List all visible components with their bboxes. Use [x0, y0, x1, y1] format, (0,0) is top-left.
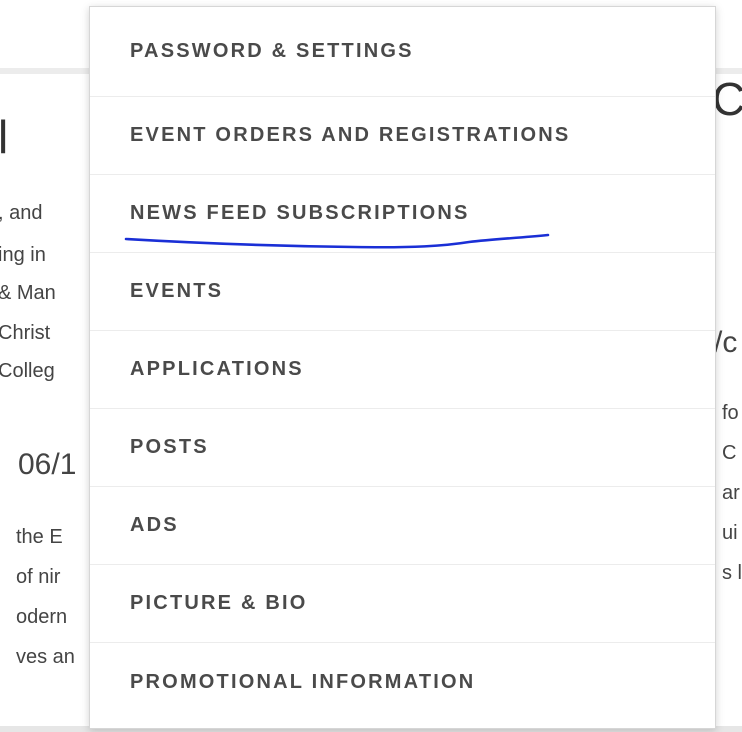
menu-item-label: EVENT ORDERS AND REGISTRATIONS	[130, 124, 571, 146]
menu-item-label: APPLICATIONS	[130, 358, 304, 380]
menu-item-events[interactable]: EVENTS	[90, 253, 715, 331]
menu-item-label: PASSWORD & SETTINGS	[130, 40, 414, 62]
bg-right-line: ui	[722, 522, 738, 544]
menu-item-label: NEWS FEED SUBSCRIPTIONS	[130, 202, 470, 224]
bg-left-line: ves an	[16, 646, 75, 668]
menu-item-event-orders[interactable]: EVENT ORDERS AND REGISTRATIONS	[90, 97, 715, 175]
bg-left-line: ing in	[0, 244, 46, 266]
menu-item-applications[interactable]: APPLICATIONS	[90, 331, 715, 409]
bg-right-line: ar	[722, 482, 740, 504]
menu-item-news-feed-subscriptions[interactable]: NEWS FEED SUBSCRIPTIONS	[90, 175, 715, 253]
bg-right-subheading: /c	[714, 326, 738, 359]
menu-item-label: POSTS	[130, 436, 209, 458]
bg-left-heading: l	[0, 111, 9, 163]
bg-right-heading: C	[712, 73, 742, 125]
bg-left-line: the E	[16, 526, 63, 548]
bg-left-line: & Man	[0, 282, 56, 304]
bg-left-line: odern	[16, 606, 68, 628]
menu-item-label: EVENTS	[130, 280, 224, 302]
account-dropdown-menu: PASSWORD & SETTINGS EVENT ORDERS AND REG…	[89, 6, 716, 729]
menu-item-posts[interactable]: POSTS	[90, 409, 715, 487]
bg-left-date: 06/1	[18, 448, 77, 481]
bg-left-line: of nir	[16, 566, 61, 588]
menu-item-password-settings[interactable]: PASSWORD & SETTINGS	[90, 7, 715, 97]
menu-item-label: ADS	[130, 514, 179, 536]
menu-item-ads[interactable]: ADS	[90, 487, 715, 565]
bg-right-line: C	[722, 442, 737, 464]
bg-left-line: Christ	[0, 322, 51, 344]
bg-left-line: Colleg	[0, 360, 55, 382]
bg-right-line: s l	[722, 562, 742, 584]
menu-item-promotional-information[interactable]: PROMOTIONAL INFORMATION	[90, 643, 715, 721]
menu-item-picture-bio[interactable]: PICTURE & BIO	[90, 565, 715, 643]
menu-list: PASSWORD & SETTINGS EVENT ORDERS AND REG…	[90, 7, 715, 721]
menu-item-label: PICTURE & BIO	[130, 592, 308, 614]
bg-left-line: , and	[0, 202, 43, 224]
menu-item-label: PROMOTIONAL INFORMATION	[130, 670, 476, 693]
bg-right-line: fo	[722, 402, 739, 424]
